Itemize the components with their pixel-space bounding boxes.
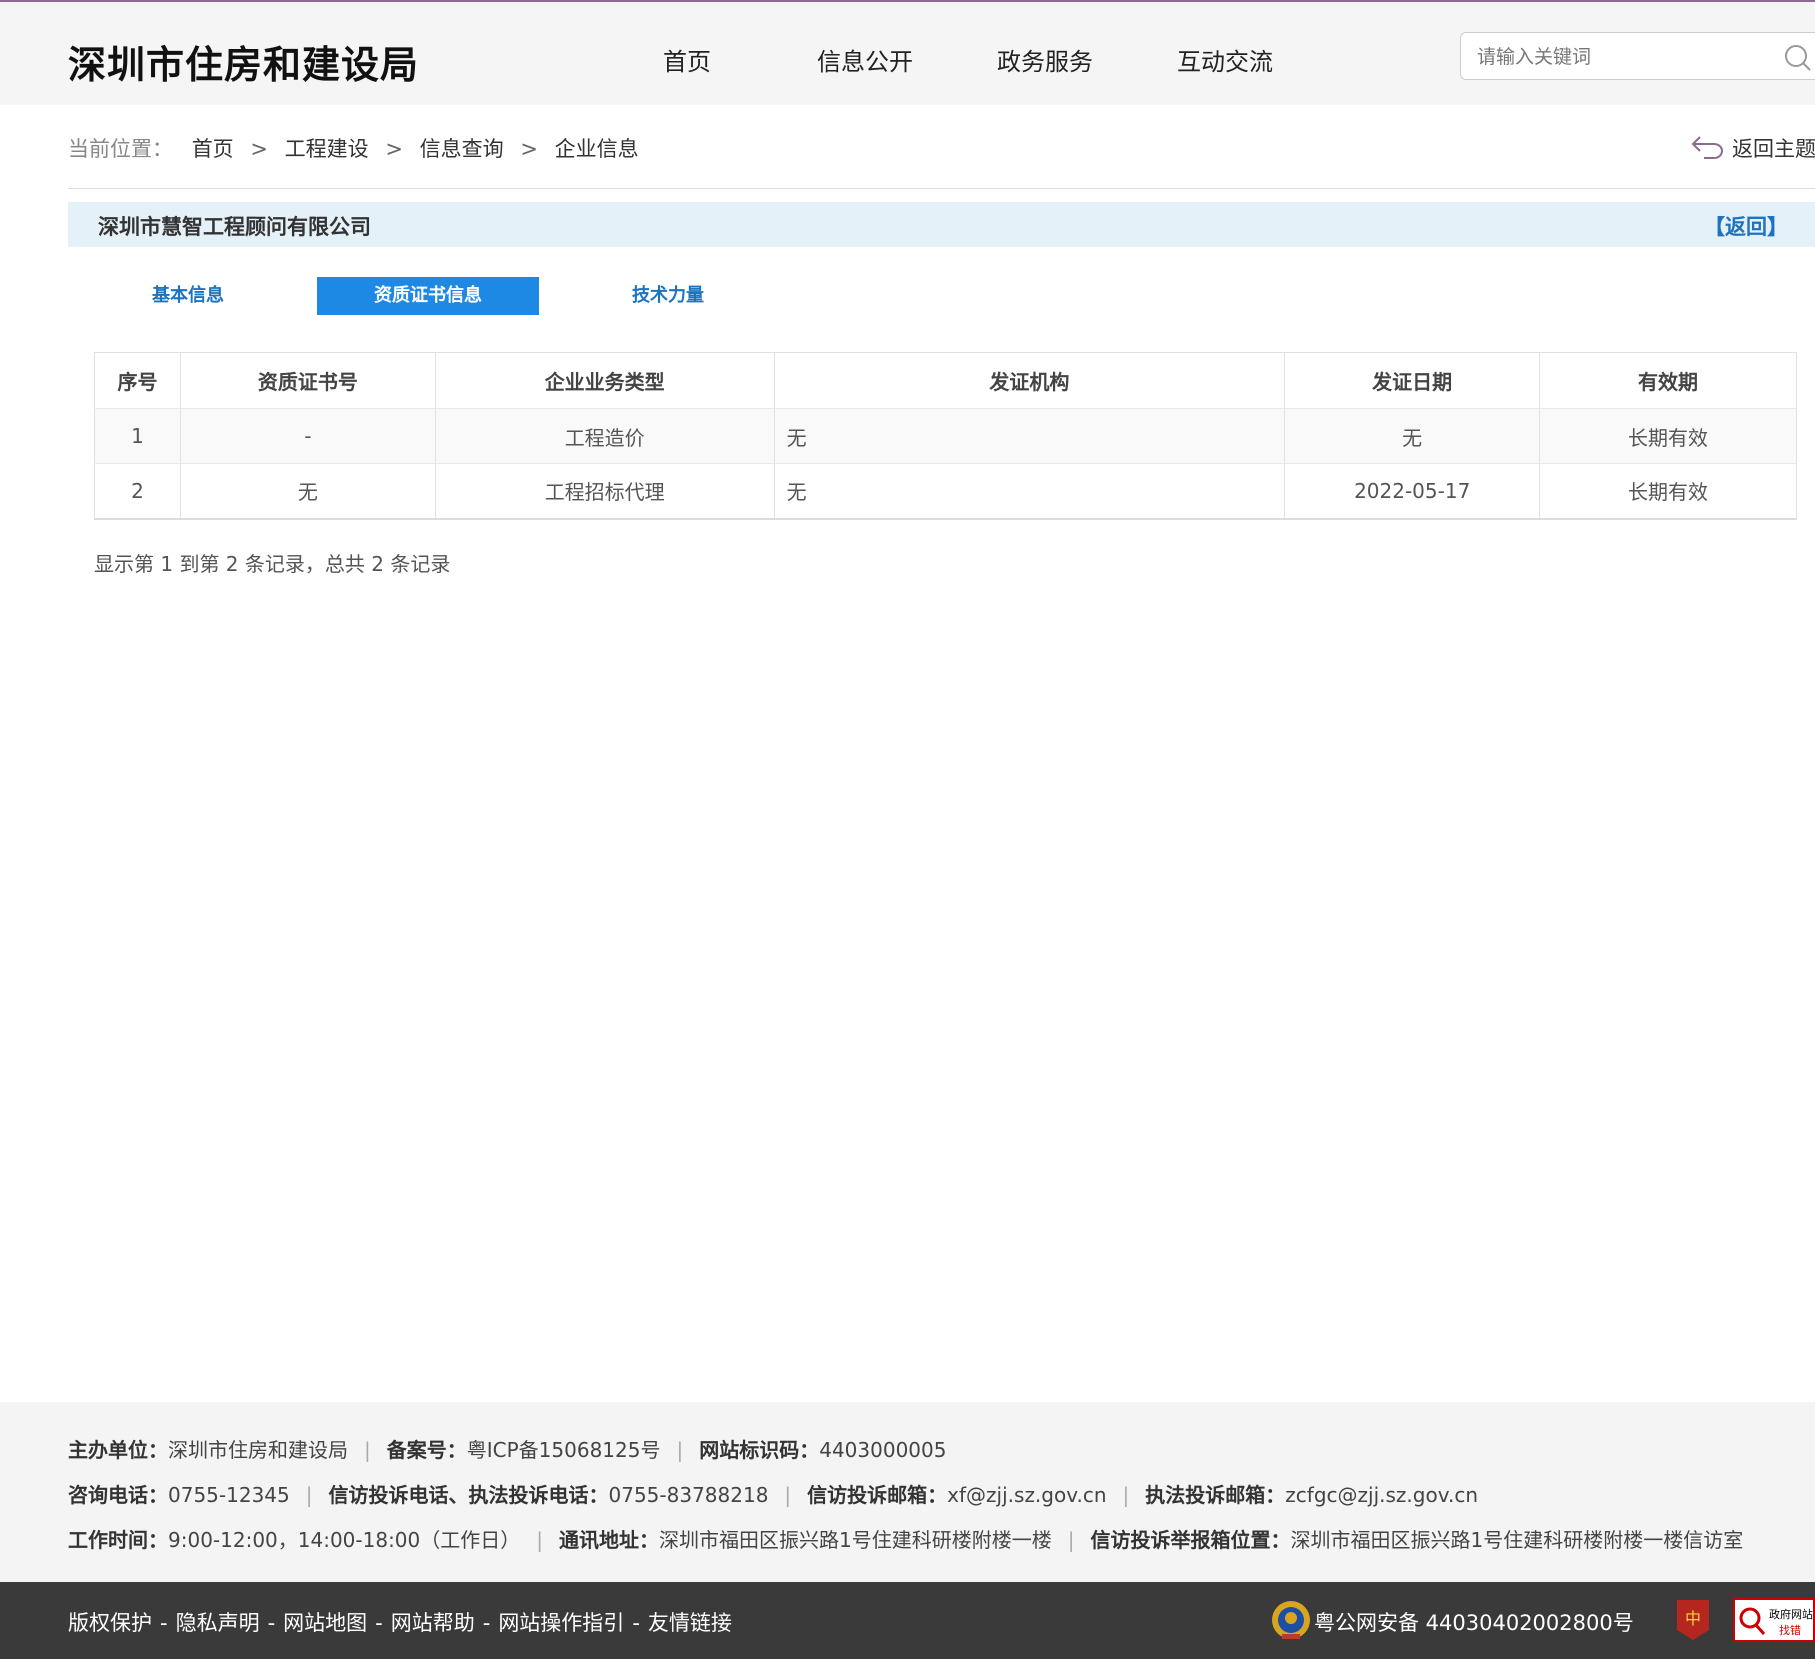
table-row[interactable]: 1 - 工程造价 无 无 长期有效 (94, 408, 1797, 464)
search-box (1460, 32, 1815, 80)
column-header-issue-date[interactable]: 发证日期 (1284, 352, 1541, 409)
breadcrumb-engineering[interactable]: 工程建设 (285, 137, 369, 161)
footer-bottom-bar: 版权保护 - 隐私声明 - 网站地图 - 网站帮助 - 网站操作指引 - 友情链接 粤公网安备 44… (0, 1582, 1815, 1659)
nav-gov-service[interactable]: 政务服务 (997, 42, 1093, 77)
footer-host-label: 主办单位： (68, 1438, 168, 1462)
footer-link-guide[interactable]: 网站操作指引 (498, 1611, 624, 1635)
search-input[interactable] (1477, 43, 1757, 71)
police-record-text: 粤公网安备 44030402002800号 (1314, 1611, 1634, 1635)
footer-link-friends[interactable]: 友情链接 (648, 1611, 732, 1635)
column-header-issuer[interactable]: 发证机构 (773, 352, 1286, 409)
column-header-validity[interactable]: 有效期 (1539, 352, 1797, 409)
divider (68, 188, 1815, 189)
cell-index: 1 (94, 408, 181, 464)
breadcrumb-separator: > (520, 137, 538, 161)
svg-text:中: 中 (1685, 1609, 1701, 1628)
footer-hours-value: 9:00-12:00，14:00-18:00（工作日） (168, 1528, 521, 1552)
breadcrumb-separator: > (250, 137, 268, 161)
footer-links: 版权保护 - 隐私声明 - 网站地图 - 网站帮助 - 网站操作指引 - 友情链接 (68, 1611, 732, 1635)
police-emblem-icon (1272, 1601, 1310, 1639)
footer-icp-label: 备案号： (386, 1438, 467, 1462)
breadcrumb-separator: > (385, 137, 403, 161)
footer-link-copyright[interactable]: 版权保护 (68, 1611, 152, 1635)
footer-site-id-label: 网站标识码： (699, 1438, 820, 1462)
pagination-info: 显示第 1 到第 2 条记录，总共 2 条记录 (94, 552, 451, 576)
breadcrumb: 当前位置： 首页 > 工程建设 > 信息查询 > 企业信息 (68, 133, 639, 163)
cell-cert-no: 无 (179, 463, 436, 519)
footer-complaint-mail-value[interactable]: xf@zjj.sz.gov.cn (947, 1483, 1106, 1507)
gov-badge-text: 政府网站 (1769, 1608, 1813, 1621)
cell-validity: 长期有效 (1539, 463, 1797, 519)
footer-complaint-phone-label: 信访投诉电话、执法投诉电话： (328, 1483, 609, 1507)
cell-issue-date: 无 (1284, 408, 1541, 464)
cell-issuer: 无 (773, 408, 1286, 464)
nav-info-public[interactable]: 信息公开 (817, 42, 913, 77)
company-title-bar: 深圳市慧智工程顾问有限公司 【返回】 (68, 202, 1815, 247)
footer-phone-label: 咨询电话： (68, 1483, 168, 1507)
footer-link-help[interactable]: 网站帮助 (391, 1611, 475, 1635)
cell-index: 2 (94, 463, 181, 519)
breadcrumb-info-query[interactable]: 信息查询 (420, 137, 504, 161)
table-header-row: 序号 资质证书号 企业业务类型 发证机构 发证日期 有效期 (94, 352, 1797, 409)
cell-business-type: 工程造价 (434, 408, 775, 464)
return-arrow-icon (1691, 136, 1723, 159)
search-icon[interactable] (1783, 43, 1813, 73)
cell-issuer: 无 (773, 463, 1286, 519)
qualification-table: 序号 资质证书号 企业业务类型 发证机构 发证日期 有效期 1 - 工程造价 无… (94, 352, 1797, 520)
footer-complaint-phone-value: 0755-83788218 (608, 1483, 769, 1507)
tab-qualification-cert[interactable]: 资质证书信息 (317, 277, 539, 315)
site-title: 深圳市住房和建设局 (68, 43, 420, 87)
table-row[interactable]: 2 无 工程招标代理 无 2022-05-17 长期有效 (94, 463, 1797, 519)
footer-law-mail-value[interactable]: zcfgc@zjj.sz.gov.cn (1285, 1483, 1478, 1507)
footer-site-id-value: 4403000005 (819, 1438, 947, 1462)
footer-info: 主办单位：深圳市住房和建设局 | 备案号：粤ICP备15068125号 | 网站标识码：… (0, 1402, 1815, 1582)
cell-issue-date: 2022-05-17 (1284, 463, 1541, 519)
footer-line-3: 工作时间：9:00-12:00，14:00-18:00（工作日） | 通讯地址：深圳… (68, 1528, 1744, 1552)
footer-link-sitemap[interactable]: 网站地图 (283, 1611, 367, 1635)
footer-hours-label: 工作时间： (68, 1528, 168, 1552)
tab-basic-info[interactable]: 基本信息 (100, 277, 276, 315)
footer-phone-value: 0755-12345 (168, 1483, 290, 1507)
breadcrumb-home[interactable]: 首页 (192, 137, 234, 161)
column-header-cert-no[interactable]: 资质证书号 (179, 352, 436, 409)
cell-business-type: 工程招标代理 (434, 463, 775, 519)
footer-link-privacy[interactable]: 隐私声明 (176, 1611, 260, 1635)
footer-line-1: 主办单位：深圳市住房和建设局 | 备案号：粤ICP备15068125号 | 网站标识码：… (68, 1438, 947, 1462)
company-name: 深圳市慧智工程顾问有限公司 (98, 215, 371, 239)
nav-home[interactable]: 首页 (663, 42, 711, 77)
gov-error-badge-icon[interactable]: 政府网站 找错 (1733, 1598, 1815, 1642)
footer-address-value: 深圳市福田区振兴路1号住建科研楼附楼一楼 (659, 1528, 1052, 1552)
magnifier-icon (1739, 1607, 1766, 1635)
party-badge-icon[interactable]: 中 (1675, 1598, 1711, 1642)
cell-cert-no: - (179, 408, 436, 464)
footer-address-label: 通讯地址： (559, 1528, 660, 1552)
breadcrumb-label: 当前位置： (68, 137, 173, 161)
back-to-topic-label: 返回主题 (1732, 137, 1815, 161)
breadcrumb-company-info[interactable]: 企业信息 (555, 137, 639, 161)
footer-complaint-mail-label: 信访投诉邮箱： (807, 1483, 948, 1507)
column-header-business-type[interactable]: 企业业务类型 (434, 352, 775, 409)
footer-box-label: 信访投诉举报箱位置： (1090, 1528, 1291, 1552)
column-header-index[interactable]: 序号 (94, 352, 181, 409)
footer-host-value: 深圳市住房和建设局 (168, 1438, 348, 1462)
back-link[interactable]: 【返回】 (1704, 211, 1788, 241)
footer-icp-value[interactable]: 粤ICP备15068125号 (467, 1438, 661, 1462)
nav-interaction[interactable]: 互动交流 (1177, 42, 1273, 77)
gov-badge-subtext: 找错 (1779, 1624, 1801, 1637)
cell-validity: 长期有效 (1539, 408, 1797, 464)
footer-law-mail-label: 执法投诉邮箱： (1145, 1483, 1286, 1507)
site-header: 深圳市住房和建设局 首页 信息公开 政务服务 互动交流 (0, 2, 1815, 105)
footer-box-value: 深圳市福田区振兴路1号住建科研楼附楼一楼信访室 (1290, 1528, 1744, 1552)
footer-line-2: 咨询电话：0755-12345 | 信访投诉电话、执法投诉电话：0755-83788… (68, 1483, 1479, 1507)
tab-technical-strength[interactable]: 技术力量 (580, 277, 756, 315)
